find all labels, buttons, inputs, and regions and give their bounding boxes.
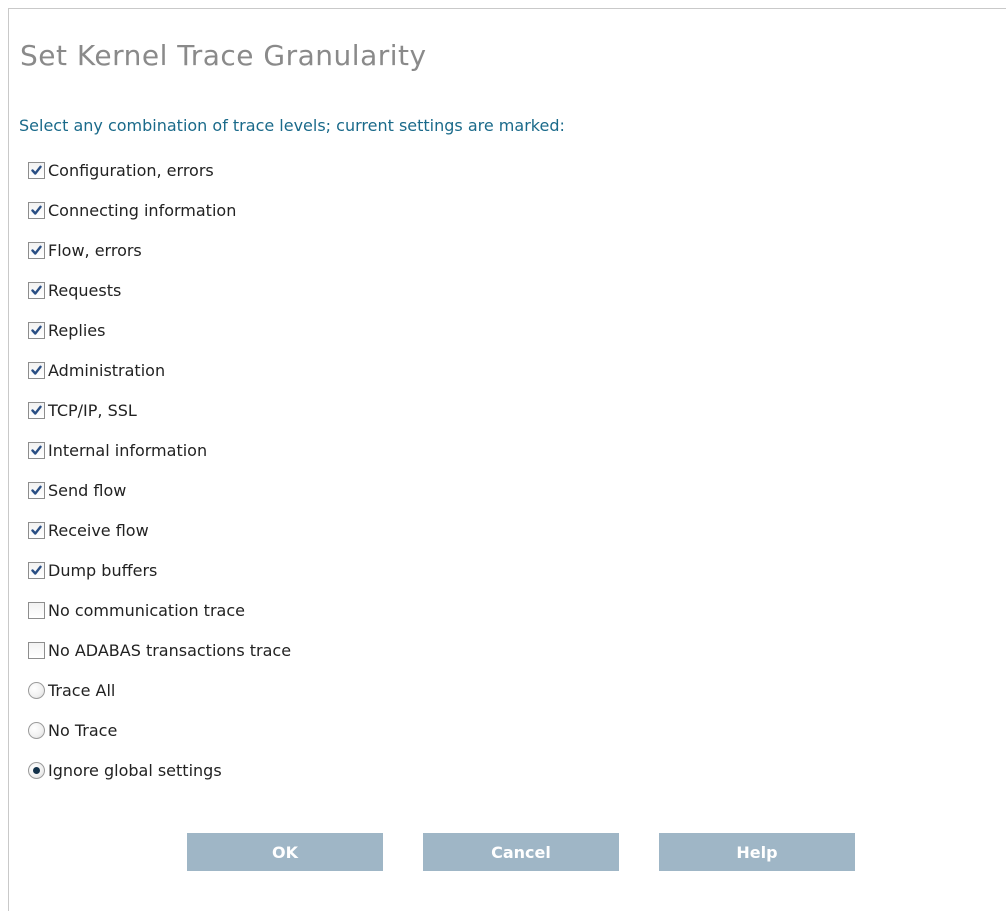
option-tcp-ip-ssl[interactable]: TCP/IP, SSL [28,390,291,430]
option-label: Connecting information [48,200,237,220]
replies-checkbox[interactable] [28,321,45,339]
help-button[interactable]: Help [659,833,855,871]
trace-granularity-panel: Set Kernel Trace Granularity Select any … [8,8,1006,911]
instruction-text: Select any combination of trace levels; … [19,116,565,135]
checkmark-icon [31,365,42,375]
flow-errors-checkbox[interactable] [28,241,45,259]
option-label: No communication trace [48,600,245,620]
option-administration[interactable]: Administration [28,350,291,390]
checkmark-icon [31,285,42,295]
option-label: No ADABAS transactions trace [48,640,292,660]
option-no-trace[interactable]: No Trace [28,710,291,750]
page-title: Set Kernel Trace Granularity [20,39,427,72]
option-send-flow[interactable]: Send flow [28,470,291,510]
checkmark-icon [31,245,42,255]
tcp-ip-ssl-checkbox[interactable] [28,401,45,419]
option-label: Trace All [48,680,116,700]
option-dump-buffers[interactable]: Dump buffers [28,550,291,590]
send-flow-checkbox[interactable] [28,481,45,499]
ignore-global-settings-radio[interactable] [28,761,45,779]
option-connecting-information[interactable]: Connecting information [28,190,291,230]
receive-flow-checkbox[interactable] [28,521,45,539]
option-label: Requests [48,280,122,300]
administration-checkbox[interactable] [28,361,45,379]
option-label: TCP/IP, SSL [48,400,137,420]
option-requests[interactable]: Requests [28,270,291,310]
option-receive-flow[interactable]: Receive flow [28,510,291,550]
no-communication-trace-checkbox[interactable] [28,601,45,619]
dialog-buttons: OK Cancel Help [187,833,855,871]
connecting-information-checkbox[interactable] [28,201,45,219]
checkmark-icon [31,405,42,415]
trace-level-options: Configuration, errors Connecting informa… [28,150,291,790]
checkmark-icon [31,205,42,215]
option-no-communication-trace[interactable]: No communication trace [28,590,291,630]
checkmark-icon [31,485,42,495]
cancel-button[interactable]: Cancel [423,833,619,871]
option-label: Replies [48,320,106,340]
configuration-errors-checkbox[interactable] [28,161,45,179]
checkmark-icon [31,525,42,535]
radio-dot-icon [33,766,40,774]
internal-information-checkbox[interactable] [28,441,45,459]
option-internal-information[interactable]: Internal information [28,430,291,470]
checkmark-icon [31,565,42,575]
checkmark-icon [31,165,42,175]
option-label: Flow, errors [48,240,142,260]
option-label: Administration [48,360,166,380]
requests-checkbox[interactable] [28,281,45,299]
option-label: Dump buffers [48,560,158,580]
checkmark-icon [31,325,42,335]
option-label: No Trace [48,720,118,740]
option-label: Send flow [48,480,127,500]
option-label: Ignore global settings [48,760,222,780]
option-no-adabas-transactions-trace[interactable]: No ADABAS transactions trace [28,630,291,670]
option-label: Internal information [48,440,208,460]
option-configuration-errors[interactable]: Configuration, errors [28,150,291,190]
no-adabas-transactions-trace-checkbox[interactable] [28,641,45,659]
option-label: Configuration, errors [48,160,214,180]
trace-all-radio[interactable] [28,681,45,699]
option-replies[interactable]: Replies [28,310,291,350]
option-label: Receive flow [48,520,149,540]
option-trace-all[interactable]: Trace All [28,670,291,710]
no-trace-radio[interactable] [28,721,45,739]
dump-buffers-checkbox[interactable] [28,561,45,579]
option-flow-errors[interactable]: Flow, errors [28,230,291,270]
option-ignore-global-settings[interactable]: Ignore global settings [28,750,291,790]
ok-button[interactable]: OK [187,833,383,871]
checkmark-icon [31,445,42,455]
